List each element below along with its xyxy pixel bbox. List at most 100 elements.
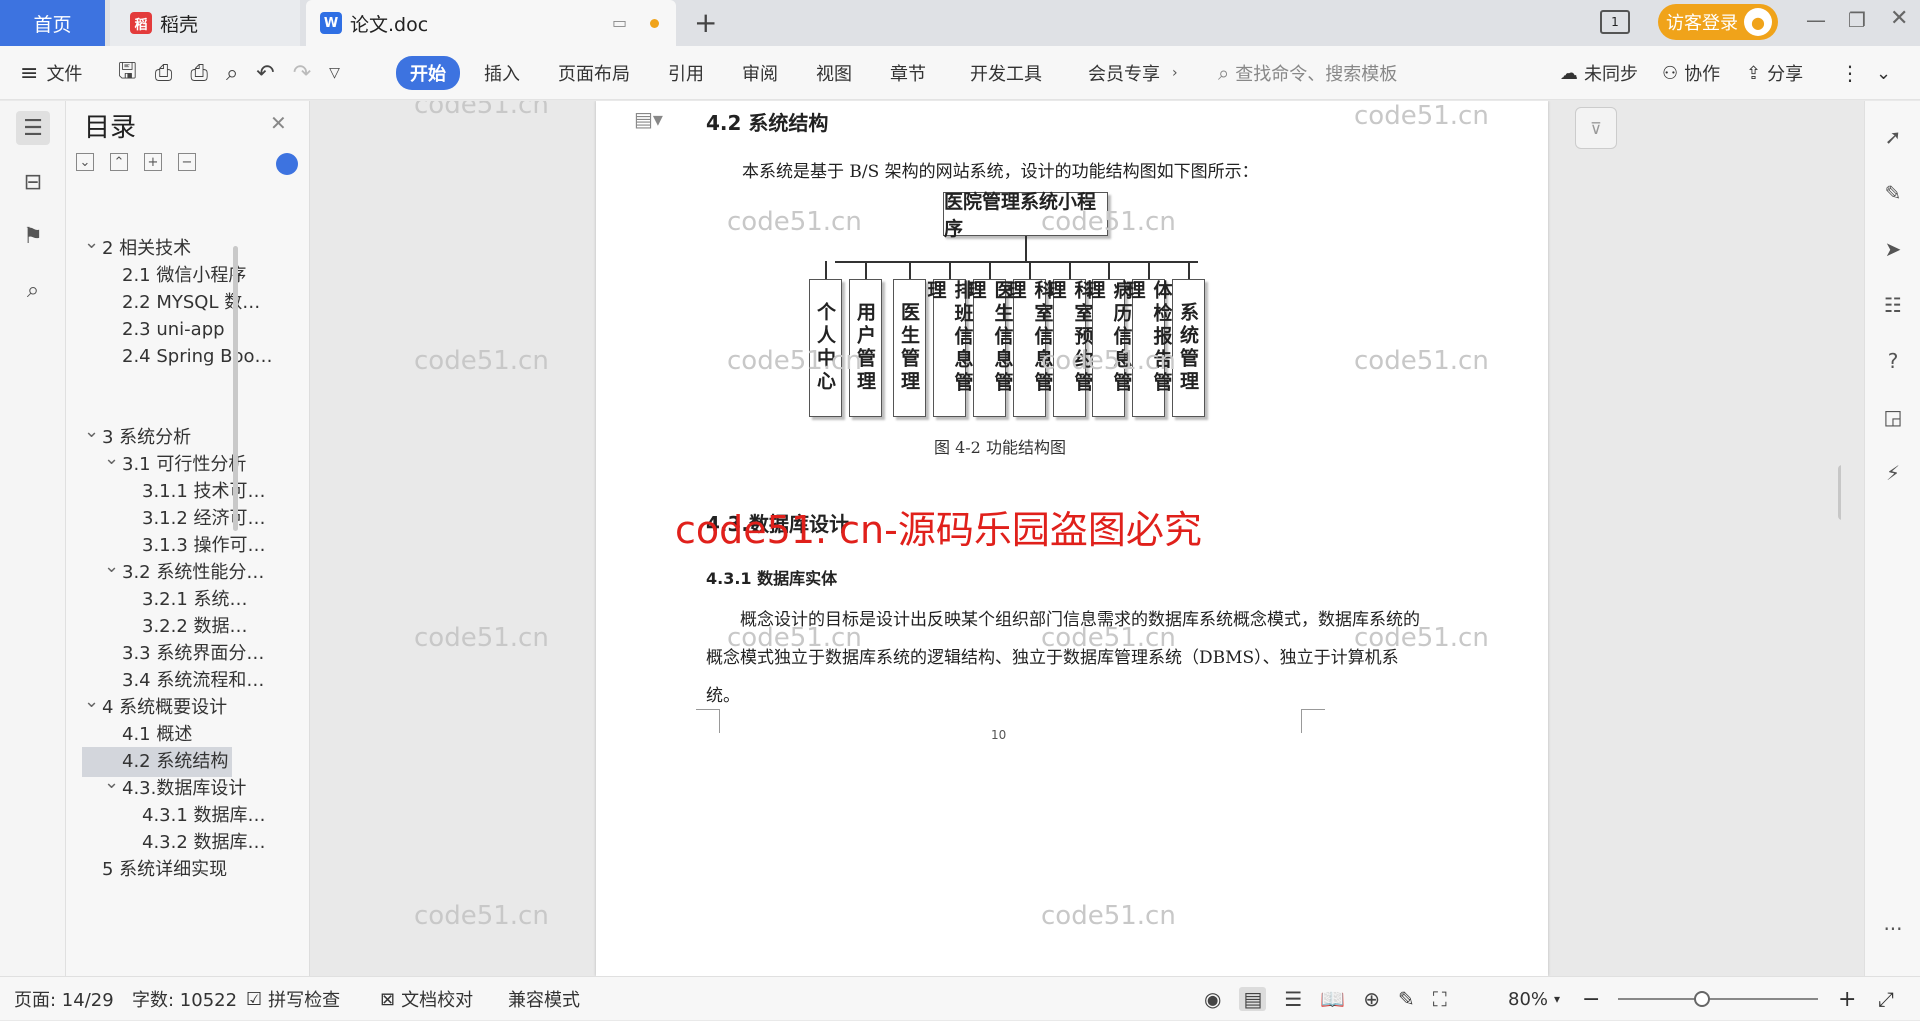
quick-access-dropdown-icon[interactable]: ▽ <box>329 65 340 81</box>
page-view-icon[interactable]: ▤ <box>1239 987 1267 1011</box>
chevron-down-icon[interactable]: ⌄ <box>84 417 99 447</box>
toc-item[interactable]: 2.1 微信小程序 <box>82 261 246 291</box>
toc-item[interactable]: ⌄ 4.3.数据库设计 <box>82 772 246 804</box>
toc-item[interactable]: 3.4 系统流程和… <box>82 666 264 696</box>
toc-item[interactable]: ⌄ 3.1 可行性分析 <box>82 448 246 480</box>
paragraph-menu-icon[interactable]: ▤▾ <box>634 107 663 131</box>
ribbon-tab-developer[interactable]: 开发工具 <box>970 46 1042 100</box>
ribbon-tab-insert[interactable]: 插入 <box>484 46 520 100</box>
toc-item-label: 3.1.1 技术可… <box>142 481 266 502</box>
undo-icon[interactable]: ↶ <box>256 61 274 86</box>
page-count-icon[interactable]: 1 <box>1600 10 1630 34</box>
doc-proofread[interactable]: ⊠ 文档校对 <box>380 977 473 1021</box>
toc-item[interactable]: ⌄ 4 系统概要设计 <box>82 691 232 723</box>
restore-icon[interactable]: ❐ <box>1848 8 1866 32</box>
ribbon-tab-member[interactable]: 会员专享 <box>1088 46 1160 100</box>
navigation-pane-icon[interactable]: ⊟ <box>16 165 50 199</box>
scroll-thumb[interactable] <box>1838 465 1841 520</box>
toc-item[interactable]: ⌄ 2 相关技术 <box>82 232 232 264</box>
zoom-slider[interactable] <box>1618 991 1818 1007</box>
close-window-icon[interactable]: ✕ <box>1890 6 1908 31</box>
toc-panel-icon[interactable]: ☰ <box>16 111 50 145</box>
eye-protect-icon[interactable]: ◉ <box>1204 987 1221 1011</box>
ribbon-tab-layout[interactable]: 页面布局 <box>558 46 630 100</box>
collapse-ribbon-icon[interactable]: ⌄ <box>1876 46 1891 100</box>
toc-item[interactable]: 3.3 系统界面分… <box>82 639 264 669</box>
collapse-one-level-icon[interactable]: ⌃ <box>110 153 128 171</box>
toc-item[interactable]: 2.2 MYSQL 数… <box>82 288 260 318</box>
collapse-all-icon[interactable]: − <box>178 153 196 171</box>
help-icon[interactable]: ? <box>1879 347 1907 375</box>
zoom-out-icon[interactable]: − <box>1582 977 1600 1021</box>
sync-status[interactable]: ☁ 未同步 <box>1560 46 1638 100</box>
find-icon[interactable]: ⌕ <box>16 273 50 307</box>
ribbon-tab-review[interactable]: 审阅 <box>742 46 778 100</box>
new-tab-icon[interactable]: + <box>694 6 717 39</box>
ribbon-tab-chapter[interactable]: 章节 <box>890 46 926 100</box>
toc-item[interactable]: 3.2.1 系统… <box>82 585 248 615</box>
tab-home[interactable]: 首页 <box>0 0 105 46</box>
expand-all-icon[interactable]: + <box>144 153 162 171</box>
toc-item[interactable]: 3.2.2 数据… <box>82 612 248 642</box>
toc-item[interactable]: 4.3.1 数据库… <box>82 801 266 831</box>
toc-item[interactable]: 2.3 uni-app <box>82 315 232 345</box>
ribbon-tab-references[interactable]: 引用 <box>668 46 704 100</box>
energy-icon[interactable]: ⚡ <box>1879 459 1907 487</box>
chevron-down-icon[interactable]: ⌄ <box>104 444 119 474</box>
file-menu[interactable]: ≡ 文件 <box>20 46 82 100</box>
login-button[interactable]: 访客登录 ● <box>1658 4 1778 40</box>
sliders-icon[interactable]: ☷ <box>1879 291 1907 319</box>
tab-daoke[interactable]: 稻 稻壳 <box>110 0 300 46</box>
monitor-icon[interactable]: ▭ <box>612 13 627 32</box>
zoom-in-icon[interactable]: + <box>1838 977 1856 1021</box>
outline-view-icon[interactable]: ☰ <box>1284 987 1302 1011</box>
share-button[interactable]: ⇪ 分享 <box>1746 46 1803 100</box>
ribbon-tab-view[interactable]: 视图 <box>816 46 852 100</box>
read-mode-icon[interactable]: 📖 <box>1320 987 1345 1011</box>
bookmark-icon[interactable]: ⚑ <box>16 219 50 253</box>
print-icon[interactable]: ⎙ <box>190 61 208 86</box>
cursor-icon[interactable]: ➤ <box>1879 235 1907 263</box>
export-icon[interactable]: ⎙ <box>155 61 173 86</box>
minimize-icon[interactable]: — <box>1806 8 1826 32</box>
toc-item[interactable]: 2.4 Spring Boo… <box>82 342 273 372</box>
translate-icon[interactable]: ◲ <box>1879 403 1907 431</box>
write-mode-icon[interactable]: ✎ <box>1398 987 1415 1011</box>
chevron-down-icon[interactable]: ⌄ <box>104 768 119 798</box>
redo-icon[interactable]: ↷ <box>293 61 311 86</box>
expand-one-level-icon[interactable]: ⌄ <box>76 153 94 171</box>
chevron-down-icon[interactable]: ⌄ <box>84 687 99 717</box>
toc-item[interactable]: 4.1 概述 <box>82 720 232 750</box>
vertical-scrollbar[interactable] <box>1835 101 1841 976</box>
more-options-icon[interactable]: ⋮ <box>1840 46 1860 100</box>
tab-document[interactable]: W 论文.doc ▭ <box>306 0 676 46</box>
zoom-slider-thumb[interactable] <box>1694 991 1710 1007</box>
print-preview-icon[interactable]: ⌕ <box>226 61 238 86</box>
toc-item[interactable]: 5 系统详细实现 <box>82 855 232 885</box>
collab-button[interactable]: ⚇ 协作 <box>1662 46 1720 100</box>
ribbon-tab-start[interactable]: 开始 <box>396 56 460 90</box>
toc-item[interactable]: ⌄ 3.2 系统性能分… <box>82 556 264 588</box>
toc-ai-icon[interactable] <box>276 153 298 175</box>
toc-item[interactable]: 3.1.1 技术可… <box>82 477 266 507</box>
rocket-icon[interactable]: ➚ <box>1879 123 1907 151</box>
toc-scrollbar[interactable] <box>233 246 238 531</box>
chevron-down-icon[interactable]: ⌄ <box>84 228 99 258</box>
page-indicator[interactable]: 页面: 14/29 <box>14 977 114 1021</box>
save-icon[interactable]: 🖫 <box>118 54 137 92</box>
toc-item[interactable]: 4.3.2 数据库… <box>82 828 266 858</box>
close-panel-icon[interactable]: ✕ <box>270 111 287 135</box>
fit-page-icon[interactable]: ⛶ <box>1433 987 1447 1011</box>
filter-panel-icon[interactable]: ⊽ <box>1575 107 1617 149</box>
web-view-icon[interactable]: ⊕ <box>1363 987 1380 1011</box>
fullscreen-icon[interactable]: ⤢ <box>1878 977 1894 1021</box>
chevron-down-icon[interactable]: ⌄ <box>104 552 119 582</box>
zoom-level[interactable]: 80% ▾ <box>1508 977 1560 1021</box>
pen-icon[interactable]: ✎ <box>1879 179 1907 207</box>
word-count[interactable]: 字数: 10522 <box>132 977 237 1021</box>
toc-item[interactable]: 3.1.2 经济可… <box>82 504 266 534</box>
command-search[interactable]: ⌕ 查找命令、搜索模板 <box>1218 46 1397 100</box>
more-tools-icon[interactable]: ··· <box>1879 915 1907 943</box>
ribbon-more-icon[interactable]: › <box>1172 46 1178 100</box>
spell-check[interactable]: ☑ 拼写检查 <box>246 977 340 1021</box>
